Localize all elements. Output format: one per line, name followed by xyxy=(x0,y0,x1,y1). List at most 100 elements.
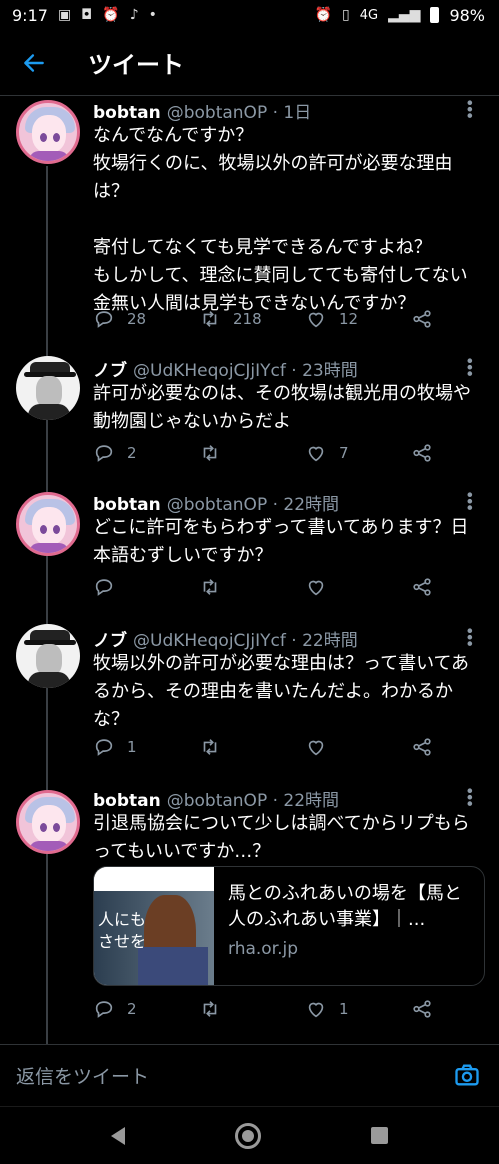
camera-button[interactable] xyxy=(453,1061,483,1091)
author-handle: @UdKHeqojCJjIYcf · 23時間 xyxy=(133,361,358,381)
reply-icon xyxy=(95,1001,113,1018)
reply-icon xyxy=(95,739,113,756)
avatar[interactable] xyxy=(16,624,80,688)
reply-button[interactable]: 1 xyxy=(93,736,189,758)
alarm-icon: ⏰ xyxy=(102,7,120,23)
share-icon xyxy=(413,578,431,596)
author-name[interactable]: bobtan xyxy=(93,495,161,515)
tweet-thread: bobtan @bobtanOP · 1日 ••• なんでなんですか？ 牧場行く… xyxy=(0,96,499,1044)
battery-icon xyxy=(430,7,440,23)
reply-count: 2 xyxy=(127,444,137,462)
like-button[interactable]: 12 xyxy=(305,308,401,330)
reply-button[interactable]: 2 xyxy=(93,998,189,1020)
avatar[interactable] xyxy=(16,492,80,556)
author-handle: @bobtanOP · 22時間 xyxy=(166,495,340,515)
thread-connector xyxy=(46,166,48,1044)
like-button[interactable]: 7 xyxy=(305,442,401,464)
heart-icon xyxy=(308,446,324,462)
more-options-icon[interactable]: ••• xyxy=(460,490,479,509)
like-count: 1 xyxy=(339,1000,349,1018)
tweet-text: なんでなんですか？ 牧場行くのに、牧場以外の許可が必要な理由は？ 寄付してなくて… xyxy=(93,125,468,314)
author-handle: @UdKHeqojCJjIYcf · 22時間 xyxy=(133,631,358,651)
tweet-text: どこに許可をもらわずって書いてあります？日本語むずしいですか？ xyxy=(93,517,469,566)
reply-button[interactable]: 28 xyxy=(93,308,189,330)
tweet-text: 牧場以外の許可が必要な理由は？って書いてあるから、その理由を書いたんだよ。わかる… xyxy=(93,653,470,730)
more-options-icon[interactable]: ••• xyxy=(460,356,479,375)
more-options-icon[interactable]: ••• xyxy=(460,786,479,805)
reply-button[interactable]: 2 xyxy=(93,442,189,464)
system-nav-bar xyxy=(0,1106,499,1164)
author-name[interactable]: bobtan xyxy=(93,103,161,123)
status-bar: 9:17 ▣ ◘ ⏰ ♪ • ⏰ ▯ 4G ▂▄▆ 98% xyxy=(0,0,499,30)
share-button[interactable] xyxy=(411,998,433,1020)
gallery-icon: ▣ xyxy=(57,7,72,23)
retweet-icon xyxy=(203,311,217,327)
page-title: ツイート xyxy=(88,51,184,79)
share-button[interactable] xyxy=(411,442,433,464)
vibrate-icon: ▯ xyxy=(342,7,350,23)
heart-icon xyxy=(308,580,324,596)
network-label: 4G xyxy=(359,7,379,23)
heart-icon xyxy=(308,740,324,756)
dot-icon: • xyxy=(148,7,157,23)
heart-icon xyxy=(308,1002,324,1018)
reply-composer: 返信をツイート xyxy=(0,1044,499,1106)
like-count: 12 xyxy=(339,310,359,328)
reply-count: 2 xyxy=(127,1000,137,1018)
reply-count: 1 xyxy=(127,738,137,756)
battery-level: 98% xyxy=(449,5,485,25)
music-icon: ♪ xyxy=(129,7,139,23)
author-handle: @bobtanOP · 1日 xyxy=(166,103,312,123)
avatar[interactable] xyxy=(16,356,80,420)
alarm-status-icon: ⏰ xyxy=(314,7,333,23)
status-time: 9:17 xyxy=(12,5,48,25)
link-card-thumbnail: 人にも させを xyxy=(94,867,214,985)
avatar[interactable] xyxy=(16,100,80,164)
retweet-button[interactable] xyxy=(199,576,295,598)
app-header: ツイート xyxy=(0,30,499,96)
author-name[interactable]: ノブ xyxy=(93,626,127,651)
author-name[interactable]: bobtan xyxy=(93,791,161,811)
more-options-icon[interactable]: ••• xyxy=(460,98,479,117)
share-button[interactable] xyxy=(411,576,433,598)
heart-icon xyxy=(308,312,324,328)
thumbnail-text: 人にも させを xyxy=(98,910,147,951)
app-notification-icon: ◘ xyxy=(81,7,93,23)
reply-icon xyxy=(95,311,113,328)
like-button[interactable] xyxy=(305,576,401,598)
retweet-icon xyxy=(203,739,217,755)
like-count: 7 xyxy=(339,444,349,462)
signal-icon: ▂▄▆ xyxy=(388,7,421,23)
retweet-icon xyxy=(203,579,217,595)
arrow-left-icon xyxy=(24,53,44,72)
nav-back-icon[interactable] xyxy=(111,1126,125,1145)
share-button[interactable] xyxy=(411,308,433,330)
reply-icon xyxy=(95,445,113,462)
like-button[interactable] xyxy=(305,736,401,758)
reply-input[interactable]: 返信をツイート xyxy=(16,1062,149,1089)
retweet-button[interactable]: 218 xyxy=(199,308,295,330)
back-button[interactable] xyxy=(0,30,68,96)
retweet-button[interactable] xyxy=(199,998,295,1020)
retweet-button[interactable] xyxy=(199,736,295,758)
share-button[interactable] xyxy=(411,736,433,758)
author-handle: @bobtanOP · 22時間 xyxy=(166,791,340,811)
avatar[interactable] xyxy=(16,790,80,854)
tweet-text: 許可が必要なのは、その牧場は観光用の牧場や動物園じゃないからだよ xyxy=(93,383,471,432)
retweet-icon xyxy=(203,1001,217,1017)
camera-icon xyxy=(455,1064,479,1085)
reply-button[interactable] xyxy=(93,576,189,598)
share-icon xyxy=(413,738,431,756)
share-icon xyxy=(413,1000,431,1018)
link-card[interactable]: 人にも させを 馬とのふれあいの場を【馬と人のふれあい事業】｜... rha.o… xyxy=(93,866,485,986)
nav-recents-icon[interactable] xyxy=(371,1127,388,1144)
retweet-icon xyxy=(203,445,217,461)
share-icon xyxy=(413,310,431,328)
retweet-count: 218 xyxy=(233,310,262,328)
link-card-domain: rha.or.jp xyxy=(228,939,299,959)
retweet-button[interactable] xyxy=(199,442,295,464)
author-name[interactable]: ノブ xyxy=(93,356,127,381)
nav-home-icon[interactable] xyxy=(235,1122,261,1149)
like-button[interactable]: 1 xyxy=(305,998,401,1020)
more-options-icon[interactable]: ••• xyxy=(460,626,479,645)
